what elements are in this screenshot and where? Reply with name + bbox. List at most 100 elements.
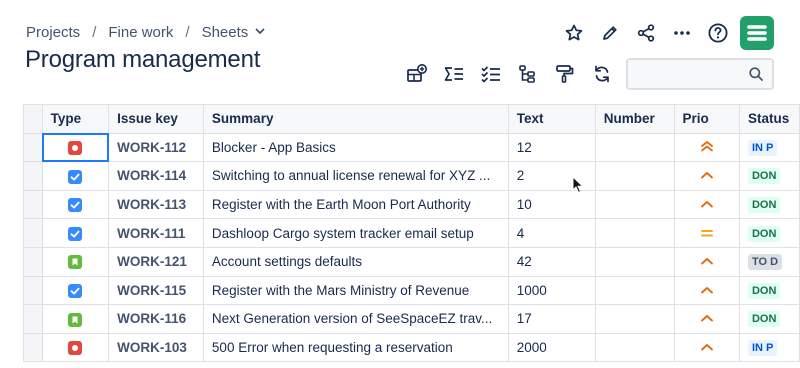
priority-cell[interactable] (673, 332, 740, 363)
number-cell[interactable] (594, 275, 675, 306)
add-view-icon[interactable] (398, 58, 435, 90)
number-cell[interactable] (594, 189, 675, 220)
status-cell[interactable]: DON (738, 218, 800, 248)
priority-cell[interactable] (673, 132, 740, 163)
row-handle[interactable] (23, 275, 43, 306)
status-cell[interactable]: DON (738, 304, 800, 334)
chevron-down-icon[interactable] (254, 24, 266, 41)
summary-cell[interactable]: Next Generation version of SeeSpaceEZ tr… (202, 304, 509, 334)
status-cell[interactable]: DON (738, 275, 800, 306)
column-header-status[interactable]: Status (738, 104, 800, 134)
summary-cell[interactable]: Dashloop Cargo system tracker email setu… (202, 218, 509, 248)
table-row[interactable]: WORK-112 Blocker - App Basics 12 IN P (23, 132, 800, 163)
refresh-icon[interactable] (583, 58, 620, 90)
search-icon[interactable] (748, 66, 764, 87)
text-cell[interactable]: 10 (507, 189, 596, 220)
issue-key-cell[interactable]: WORK-116 (108, 304, 204, 334)
hierarchy-icon[interactable] (509, 58, 546, 90)
help-icon[interactable] (700, 17, 736, 49)
table-row[interactable]: WORK-116 Next Generation version of SeeSp… (23, 304, 800, 334)
priority-cell[interactable] (673, 189, 740, 220)
type-cell[interactable] (41, 275, 110, 306)
breadcrumb-projects[interactable]: Projects (26, 24, 80, 41)
status-cell[interactable]: IN P (738, 332, 800, 363)
issue-key-cell[interactable]: WORK-115 (108, 275, 204, 306)
column-header-text[interactable]: Text (507, 104, 596, 134)
issue-key-cell[interactable]: WORK-112 (108, 132, 204, 163)
number-cell[interactable] (594, 218, 675, 248)
issue-key-cell[interactable]: WORK-103 (108, 332, 204, 363)
priority-cell[interactable] (673, 304, 740, 334)
type-cell[interactable] (41, 246, 110, 277)
row-handle[interactable] (23, 132, 43, 163)
summary-cell[interactable]: 500 Error when requesting a reservation (202, 332, 509, 363)
number-cell[interactable] (594, 246, 675, 277)
row-handle[interactable] (23, 304, 43, 334)
priority-cell[interactable] (673, 246, 740, 277)
row-handle[interactable] (23, 332, 43, 363)
type-cell[interactable] (41, 304, 110, 334)
priority-cell[interactable] (673, 275, 740, 306)
text-cell[interactable]: 4 (507, 218, 596, 248)
priority-cell[interactable] (673, 161, 740, 191)
type-cell[interactable] (41, 189, 110, 220)
table-row[interactable]: WORK-111 Dashloop Cargo system tracker em… (23, 218, 800, 248)
issue-key-cell[interactable]: WORK-113 (108, 189, 204, 220)
summary-cell[interactable]: Switching to annual license renewal for … (202, 161, 509, 191)
status-cell[interactable]: TO D (738, 246, 800, 277)
column-header-summary[interactable]: Summary (202, 104, 509, 134)
issue-key-cell[interactable]: WORK-114 (108, 161, 204, 191)
table-row[interactable]: WORK-121 Account settings defaults 42 TO D (23, 246, 800, 277)
breadcrumb-space[interactable]: Fine work (108, 24, 173, 41)
issue-key-cell[interactable]: WORK-121 (108, 246, 204, 277)
issue-key-cell[interactable]: WORK-111 (108, 218, 204, 248)
summary-cell[interactable]: Blocker - App Basics (202, 132, 509, 163)
format-painter-icon[interactable] (546, 58, 583, 90)
number-cell[interactable] (594, 132, 675, 163)
search-input[interactable] (628, 60, 738, 88)
status-cell[interactable]: IN P (738, 132, 800, 163)
text-cell[interactable]: 12 (507, 132, 596, 163)
table-row[interactable]: WORK-115 Register with the Mars Ministry … (23, 275, 800, 306)
sum-icon[interactable] (435, 58, 472, 90)
column-header-type[interactable]: Type (41, 104, 110, 134)
column-header-prio[interactable]: Prio (673, 104, 740, 134)
number-cell[interactable] (594, 161, 675, 191)
more-icon[interactable] (664, 17, 700, 49)
checklist-icon[interactable] (472, 58, 509, 90)
type-cell[interactable] (41, 132, 110, 163)
row-handle[interactable] (23, 189, 43, 220)
task-type-icon (68, 198, 83, 213)
story-type-icon (68, 312, 83, 327)
row-handle[interactable] (23, 246, 43, 277)
summary-cell[interactable]: Register with the Mars Ministry of Reven… (202, 275, 509, 306)
column-header-number[interactable]: Number (594, 104, 675, 134)
row-handle[interactable] (23, 161, 43, 191)
priority-high-icon (700, 168, 714, 183)
column-header-issue-key[interactable]: Issue key (108, 104, 204, 134)
search-field[interactable] (626, 58, 774, 90)
star-icon[interactable] (556, 17, 592, 49)
text-cell[interactable]: 2000 (507, 332, 596, 363)
pencil-icon[interactable] (592, 17, 628, 49)
summary-cell[interactable]: Register with the Earth Moon Port Author… (202, 189, 509, 220)
type-cell[interactable] (41, 218, 110, 248)
breadcrumb-current[interactable]: Sheets (202, 24, 249, 41)
type-cell[interactable] (41, 332, 110, 363)
status-cell[interactable]: DON (738, 189, 800, 220)
number-cell[interactable] (594, 304, 675, 334)
text-cell[interactable]: 42 (507, 246, 596, 277)
priority-cell[interactable] (673, 218, 740, 248)
table-row[interactable]: WORK-113 Register with the Earth Moon Por… (23, 189, 800, 220)
status-cell[interactable]: DON (738, 161, 800, 191)
summary-cell[interactable]: Account settings defaults (202, 246, 509, 277)
text-cell[interactable]: 17 (507, 304, 596, 334)
text-cell[interactable]: 1000 (507, 275, 596, 306)
table-row[interactable]: WORK-103 500 Error when requesting a rese… (23, 332, 800, 363)
type-cell[interactable] (41, 161, 110, 191)
number-cell[interactable] (594, 332, 675, 363)
table-row[interactable]: WORK-114 Switching to annual license rene… (23, 161, 800, 191)
share-icon[interactable] (628, 17, 664, 49)
row-handle[interactable] (23, 218, 43, 248)
app-logo-icon[interactable] (740, 16, 774, 50)
